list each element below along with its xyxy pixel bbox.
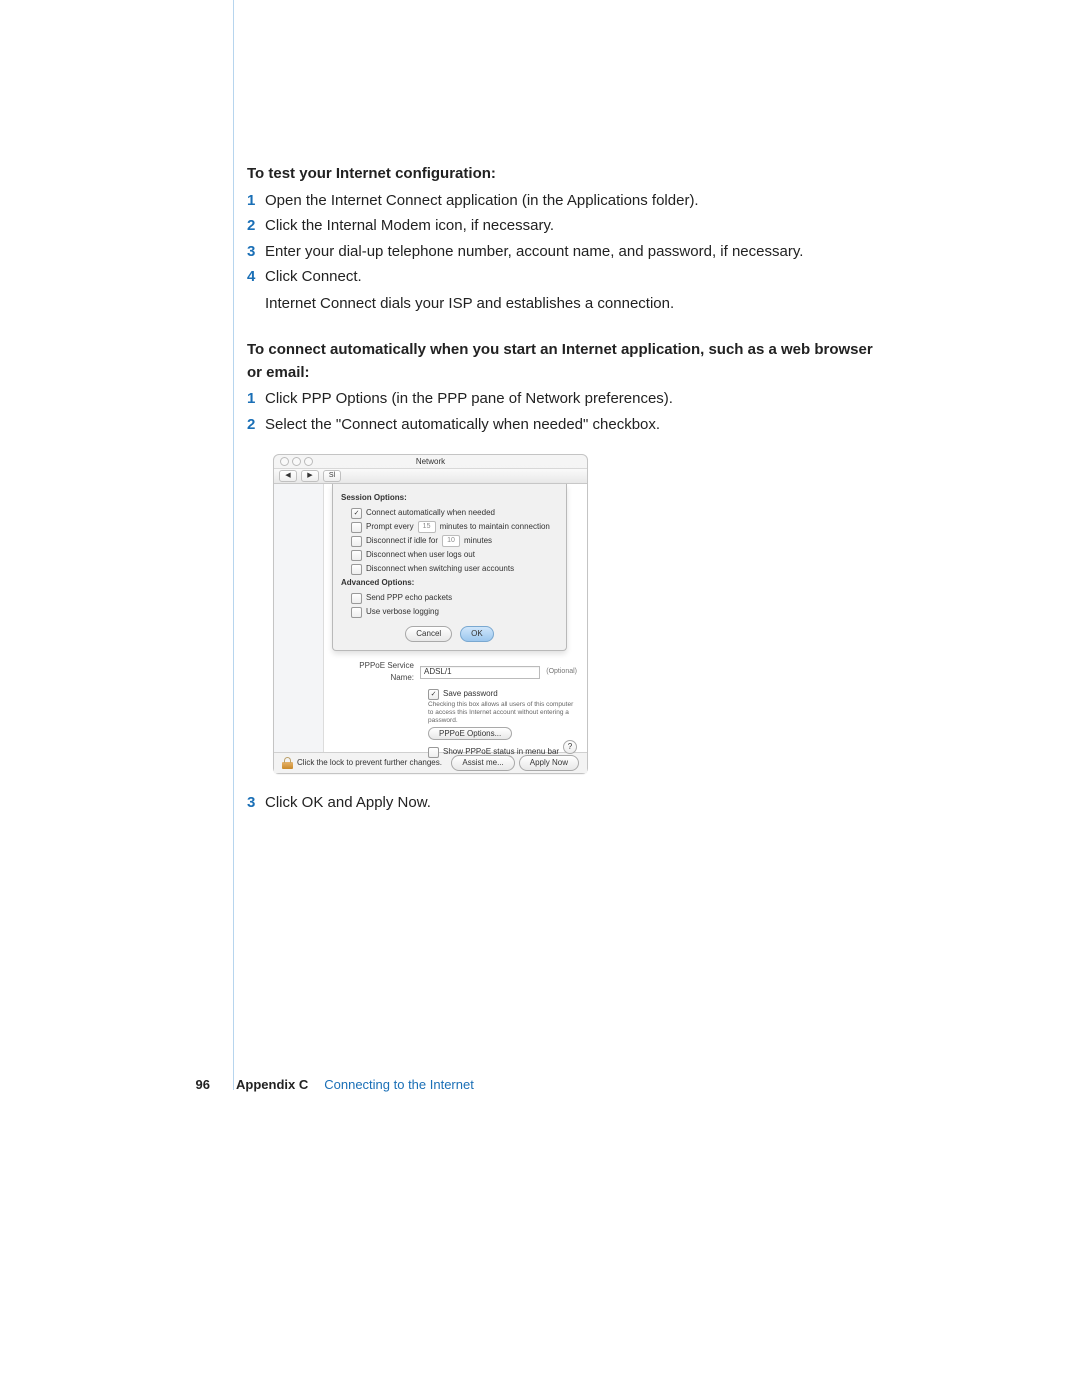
step-num: 2	[247, 215, 265, 238]
step-num: 1	[247, 388, 265, 411]
step-num: 1	[247, 190, 265, 213]
step-text: Select the "Connect automatically when n…	[265, 414, 660, 437]
option-label: Disconnect if idle for	[366, 535, 438, 547]
step-text: Click the Internal Modem icon, if necess…	[265, 215, 554, 238]
ok-button[interactable]: OK	[460, 626, 494, 642]
option-label: Connect automatically when needed	[366, 507, 495, 519]
step-text: Open the Internet Connect application (i…	[265, 190, 699, 213]
opt-verbose[interactable]: Use verbose logging	[351, 606, 558, 618]
pppoe-options-row: PPPoE Options...	[428, 728, 577, 740]
body-content: To test your Internet configuration: 1 O…	[247, 163, 887, 818]
option-label: minutes	[464, 535, 492, 547]
manual-page: To test your Internet configuration: 1 O…	[0, 0, 1080, 1397]
step-3: 3 Enter your dial-up telephone number, a…	[247, 241, 887, 264]
pppoe-section: PPPoE Service Name: ADSL/1 (Optional) Sa…	[324, 660, 587, 758]
checkbox-icon[interactable]	[351, 607, 362, 618]
checkbox-icon[interactable]	[351, 536, 362, 547]
session-options-header: Session Options:	[341, 492, 558, 504]
opt-prompt-every[interactable]: Prompt every 15 minutes to maintain conn…	[351, 521, 558, 533]
step-2: 2 Click the Internal Modem icon, if nece…	[247, 215, 887, 238]
chapter-title: Connecting to the Internet	[324, 1077, 474, 1092]
save-password-row[interactable]: Save password	[428, 688, 577, 700]
window-body: Session Options: Connect automatically w…	[274, 484, 587, 752]
step-text: Click OK and Apply Now.	[265, 792, 431, 815]
opt-echo[interactable]: Send PPP echo packets	[351, 592, 558, 604]
show-status-row[interactable]: Show PPPoE status in menu bar	[428, 746, 577, 758]
sheet-buttons: Cancel OK	[341, 626, 558, 642]
service-name-field[interactable]: ADSL/1	[420, 666, 540, 679]
checkbox-icon[interactable]	[351, 564, 362, 575]
prompt-minutes-field[interactable]: 15	[418, 521, 436, 533]
option-label: Disconnect when switching user accounts	[366, 563, 514, 575]
forward-button[interactable]: ▶	[301, 470, 319, 482]
save-password-hint: Checking this box allows all users of th…	[428, 701, 577, 724]
idle-minutes-field[interactable]: 10	[442, 535, 460, 547]
services-sidebar[interactable]	[274, 484, 324, 752]
step-text: Enter your dial-up telephone number, acc…	[265, 241, 803, 264]
show-all-button[interactable]: Sl	[323, 470, 341, 482]
checkbox-checked-icon[interactable]	[428, 689, 439, 700]
checkbox-icon[interactable]	[351, 593, 362, 604]
step-4: 4 Click Connect.	[247, 266, 887, 289]
toolbar: ◀ ▶ Sl	[274, 468, 587, 484]
opt-connect-auto[interactable]: Connect automatically when needed	[351, 507, 558, 519]
mac-window: Network ◀ ▶ Sl Session Options: Con	[273, 454, 588, 774]
service-name-label: PPPoE Service Name:	[334, 660, 414, 684]
left-margin-rule	[233, 0, 234, 1090]
heading-auto-connect: To connect automatically when you start …	[247, 339, 887, 384]
pppoe-options-button[interactable]: PPPoE Options...	[428, 727, 512, 740]
page-number: 96	[0, 1077, 236, 1092]
step-num: 2	[247, 414, 265, 437]
step-text: Click Connect.	[265, 266, 362, 289]
checkbox-checked-icon[interactable]	[351, 508, 362, 519]
cancel-button[interactable]: Cancel	[405, 626, 452, 642]
advanced-options-header: Advanced Options:	[341, 577, 558, 589]
step-3b: 3 Click OK and Apply Now.	[247, 792, 887, 815]
checkbox-icon[interactable]	[351, 550, 362, 561]
opt-disconnect-switch[interactable]: Disconnect when switching user accounts	[351, 563, 558, 575]
ppp-options-sheet: Session Options: Connect automatically w…	[332, 484, 567, 651]
save-password-label: Save password	[443, 688, 498, 700]
step-num: 3	[247, 241, 265, 264]
titlebar: Network	[274, 455, 587, 468]
option-label: Disconnect when user logs out	[366, 549, 475, 561]
option-label: Prompt every	[366, 521, 414, 533]
step-2b: 2 Select the "Connect automatically when…	[247, 414, 887, 437]
step-1b: 1 Click PPP Options (in the PPP pane of …	[247, 388, 887, 411]
back-button[interactable]: ◀	[279, 470, 297, 482]
window-title: Network	[274, 456, 587, 468]
heading-test-config: To test your Internet configuration:	[247, 163, 887, 186]
option-label: Use verbose logging	[366, 606, 439, 618]
show-status-label: Show PPPoE status in menu bar	[443, 746, 559, 758]
option-label: Send PPP echo packets	[366, 592, 452, 604]
option-label: minutes to maintain connection	[440, 521, 550, 533]
appendix-label: Appendix C	[236, 1077, 308, 1092]
after-step-note: Internet Connect dials your ISP and esta…	[265, 293, 887, 316]
checkbox-icon[interactable]	[351, 522, 362, 533]
opt-disconnect-logout[interactable]: Disconnect when user logs out	[351, 549, 558, 561]
checkbox-icon[interactable]	[428, 747, 439, 758]
optional-label: (Optional)	[546, 667, 577, 678]
service-name-row: PPPoE Service Name: ADSL/1 (Optional)	[334, 660, 577, 684]
lock-icon[interactable]	[282, 757, 293, 769]
step-num: 4	[247, 266, 265, 289]
step-1: 1 Open the Internet Connect application …	[247, 190, 887, 213]
page-footer: 96 Appendix C Connecting to the Internet	[0, 1077, 1080, 1092]
opt-disconnect-idle[interactable]: Disconnect if idle for 10 minutes	[351, 535, 558, 547]
step-num: 3	[247, 792, 265, 815]
lock-hint: Click the lock to prevent further change…	[297, 757, 442, 769]
main-area: Session Options: Connect automatically w…	[324, 484, 587, 752]
step-text: Click PPP Options (in the PPP pane of Ne…	[265, 388, 673, 411]
screenshot-network-prefs: Network ◀ ▶ Sl Session Options: Con	[273, 454, 588, 774]
